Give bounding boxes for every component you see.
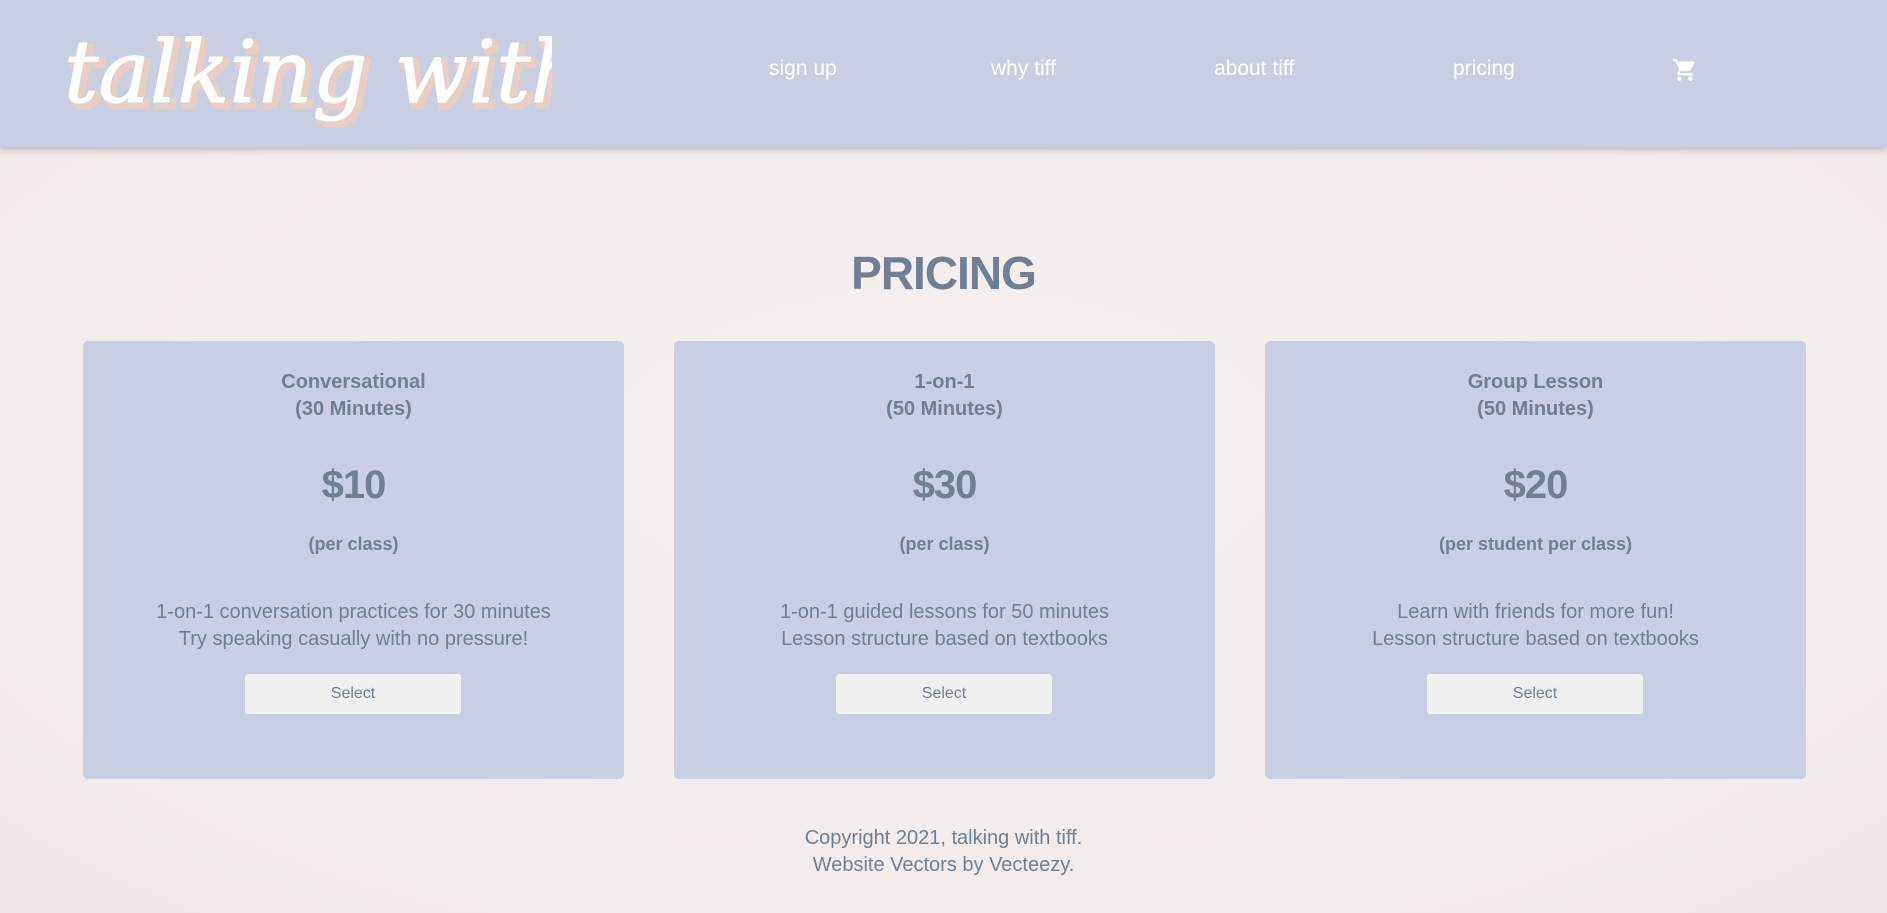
plan-title: 1-on-1 (914, 371, 975, 393)
select-button-group-lesson[interactable]: Select (1427, 674, 1643, 714)
pricing-card-1on1: 1-on-1 (50 Minutes) $30 (per class) 1-on… (674, 341, 1215, 779)
plan-description-line: Lesson structure based on textbooks (781, 628, 1108, 650)
pricing-card-conversational: Conversational (30 Minutes) $10 (per cla… (83, 341, 624, 779)
plan-price: $20 (1503, 463, 1569, 507)
plan-price: $30 (912, 463, 978, 507)
site-header: talking with tiff talking with tiff sign… (0, 0, 1887, 147)
plan-description-line: Lesson structure based on textbooks (1372, 628, 1699, 650)
footer-copyright: Copyright 2021, talking with tiff. (804, 827, 1083, 849)
nav-sign-up[interactable]: sign up (769, 57, 837, 81)
shopping-cart-icon (1673, 59, 1695, 81)
plan-price-unit: (per class) (899, 534, 990, 554)
logo-wordmark: talking with tiff talking with tiff (64, 23, 757, 131)
plan-description-line: 1-on-1 guided lessons for 50 minutes (779, 601, 1110, 623)
page-title: PRICING (851, 247, 1037, 299)
plan-description-line: Learn with friends for more fun! (1397, 601, 1674, 623)
site-footer: Copyright 2021, talking with tiff. Websi… (0, 825, 1887, 879)
plan-duration: (50 Minutes) (886, 398, 1003, 420)
plan-title: Group Lesson (1467, 371, 1604, 393)
plan-duration: (30 Minutes) (295, 398, 412, 420)
plan-title: Conversational (281, 371, 426, 393)
plan-description: Learn with friends for more fun! Lesson … (1265, 599, 1806, 653)
pricing-card-group-lesson: Group Lesson (50 Minutes) $20 (per stude… (1265, 341, 1806, 779)
plan-description-line: 1-on-1 conversation practices for 30 min… (156, 601, 551, 623)
footer-credits: Website Vectors by Vecteezy. (812, 854, 1075, 876)
plan-description: 1-on-1 guided lessons for 50 minutes Les… (674, 599, 1215, 653)
plan-price-unit: (per class) (308, 534, 399, 554)
cart-button[interactable] (1672, 57, 1698, 83)
nav-about-tiff[interactable]: about tiff (1214, 57, 1294, 81)
plan-description-line: Try speaking casually with no pressure! (178, 628, 529, 650)
plan-duration: (50 Minutes) (1477, 398, 1594, 420)
nav-pricing[interactable]: pricing (1453, 57, 1515, 81)
site-logo[interactable]: talking with tiff talking with tiff (62, 12, 757, 132)
plan-name: Conversational (30 Minutes) (83, 369, 624, 423)
svg-text:talking with tiff: talking with tiff (64, 23, 552, 123)
plan-name: 1-on-1 (50 Minutes) (674, 369, 1215, 423)
select-button-1on1[interactable]: Select (836, 674, 1052, 714)
plan-name: Group Lesson (50 Minutes) (1265, 369, 1806, 423)
plan-description: 1-on-1 conversation practices for 30 min… (83, 599, 624, 653)
nav-why-tiff[interactable]: why tiff (991, 57, 1056, 81)
select-button-conversational[interactable]: Select (245, 674, 461, 714)
plan-price-unit: (per student per class) (1438, 534, 1633, 554)
plan-price: $10 (321, 463, 387, 507)
